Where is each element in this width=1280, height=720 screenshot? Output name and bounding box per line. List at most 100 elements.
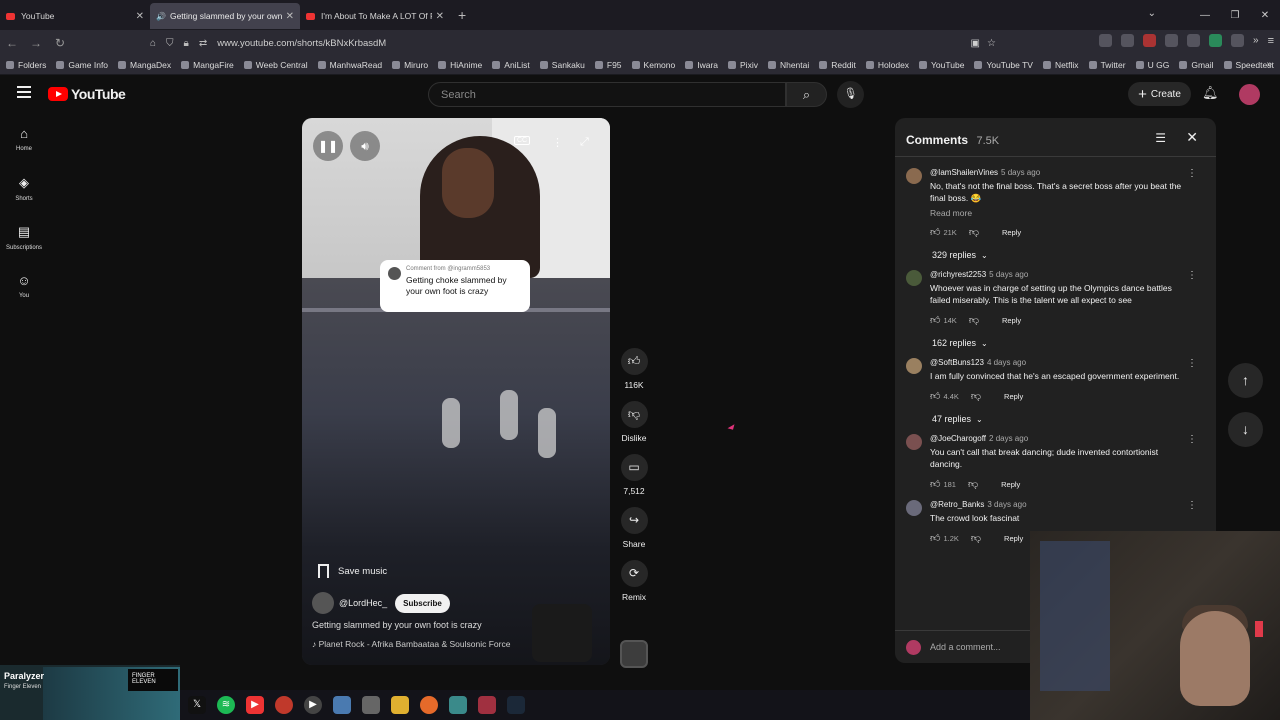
extension-icon[interactable] (1165, 34, 1179, 47)
bookmark-item[interactable]: Iwara (685, 60, 718, 70)
browser-tab-short[interactable]: 🔊 Getting slammed by your own ✕ (150, 3, 300, 29)
settings-icon[interactable] (449, 696, 467, 714)
next-short-arrow-icon[interactable]: ↓ (1228, 412, 1263, 447)
youtube-logo[interactable]: YouTube (48, 86, 126, 102)
comment-author[interactable]: @richyrest2253 (930, 270, 986, 279)
search-icon[interactable]: ⌕ (786, 82, 827, 107)
dislike-icon[interactable]: 👎︎ (620, 401, 648, 428)
reply-button[interactable]: Reply (1001, 480, 1020, 489)
like-button[interactable]: 👍︎ 116K (616, 348, 652, 390)
bookmark-item[interactable]: YouTube (919, 60, 964, 70)
avatar[interactable] (906, 270, 922, 286)
restore-icon[interactable]: ❐ (1220, 10, 1250, 21)
comment-author[interactable]: @Retro_Banks (930, 500, 984, 509)
bookmark-item[interactable]: Pixiv (728, 60, 758, 70)
bookmark-item[interactable]: Reddit (819, 60, 856, 70)
bookmark-item[interactable]: Sankaku (539, 60, 585, 70)
reply-button[interactable]: Reply (1002, 316, 1021, 325)
close-icon[interactable]: ✕ (1186, 129, 1198, 146)
x-app-icon[interactable]: 𝕏 (188, 696, 206, 714)
view-replies-button[interactable]: 47 replies ⌄ (932, 414, 1192, 424)
avatar[interactable] (906, 168, 922, 184)
music-link[interactable]: ♪ Planet Rock - Afrika Bambaataa & Souls… (312, 639, 510, 649)
share-icon[interactable]: ↪ (620, 507, 648, 534)
like-icon[interactable]: 👍︎ (930, 390, 940, 402)
like-icon[interactable]: 👍︎ (930, 532, 940, 544)
channel-name[interactable]: @LordHec_ (339, 598, 387, 608)
avatar[interactable] (312, 592, 334, 614)
sort-icon[interactable]: ☰ (1155, 131, 1166, 145)
steam-icon[interactable] (507, 696, 525, 714)
comment-time[interactable]: 5 days ago (989, 270, 1028, 279)
speaker-icon[interactable]: 🔊 (156, 12, 166, 21)
read-more-link[interactable]: Read more (930, 208, 1192, 218)
bookmark-star-icon[interactable]: ☆ (987, 38, 996, 49)
extension-icon[interactable] (1231, 34, 1245, 47)
close-window-icon[interactable]: ✕ (1250, 10, 1280, 21)
reader-view-icon[interactable]: ▣ (971, 38, 980, 49)
tab-list-chevron-icon[interactable]: ⌄ (1148, 8, 1156, 19)
back-arrow-icon[interactable]: ← (0, 36, 24, 50)
add-comment-placeholder[interactable]: Add a comment... (930, 642, 1001, 652)
minimize-icon[interactable]: — (1190, 10, 1220, 21)
more-vert-icon[interactable]: ⋮ (1187, 500, 1197, 511)
bookmark-item[interactable]: Gmail (1179, 60, 1214, 70)
bookmark-item[interactable]: Kemono (631, 60, 675, 70)
bookmark-item[interactable]: ManhwaRead (317, 60, 382, 70)
photos-icon[interactable] (333, 696, 351, 714)
bookmark-item[interactable]: Weeb Central (243, 60, 308, 70)
previous-short-arrow-icon[interactable]: ↑ (1228, 363, 1263, 398)
dislike-button[interactable]: 👎︎ Dislike (616, 401, 652, 443)
dislike-icon[interactable]: 👎︎ (971, 532, 981, 544)
avatar[interactable] (906, 434, 922, 450)
pause-icon[interactable]: ❚❚ (313, 131, 343, 161)
comment-author[interactable]: @SoftBuns123 (930, 358, 984, 367)
dislike-icon[interactable]: 👎︎ (971, 390, 981, 402)
bookmark-item[interactable]: AniList (492, 60, 530, 70)
remix-button[interactable]: ⟳ Remix (616, 560, 652, 602)
volume-icon[interactable]: 🔊︎ (350, 131, 380, 161)
more-vert-icon[interactable]: ⋮ (1187, 270, 1197, 281)
avatar[interactable] (906, 358, 922, 374)
subscribe-button[interactable]: Subscribe (395, 593, 450, 613)
sidebar-item-subscriptions[interactable]: ▤ Subscriptions (0, 218, 48, 267)
comments-button[interactable]: ▭ 7,512 (616, 454, 652, 496)
extension-icon[interactable] (1099, 34, 1113, 47)
shield-icon[interactable]: ⛉ (166, 38, 174, 49)
view-replies-button[interactable]: 329 replies ⌄ (932, 250, 1192, 260)
lock-icon[interactable]: 🔒︎ (184, 38, 189, 49)
captions-icon[interactable]: CC (514, 136, 531, 145)
bookmark-item[interactable]: Game Info (56, 60, 108, 70)
bookmark-item[interactable]: Holodex (865, 60, 909, 70)
bookmark-item[interactable]: F95 (594, 60, 622, 70)
sidebar-item-shorts[interactable]: ◈ Shorts (0, 169, 48, 218)
bookmark-item[interactable]: Miruro (392, 60, 428, 70)
bookmark-item[interactable]: HiAnime (438, 60, 482, 70)
youtube-icon[interactable]: ▶ (246, 696, 264, 714)
comment-author[interactable]: @JoeCharogoff (930, 434, 986, 443)
fullscreen-icon[interactable]: ⤢ (580, 136, 589, 149)
comment-author[interactable]: @IamShailenVines (930, 168, 998, 177)
new-tab-button[interactable]: + (458, 7, 466, 23)
browser-tab-youtube[interactable]: YouTube ✕ (0, 3, 150, 29)
short-video-player[interactable]: ❚❚ 🔊︎ CC ⋮ ⤢ Comment from @ingramm5853 G… (302, 118, 610, 665)
extension-icon[interactable] (1121, 34, 1135, 47)
close-tab-icon[interactable]: ✕ (436, 11, 444, 22)
sidebar-item-you[interactable]: ☺ You (0, 267, 48, 316)
remix-icon[interactable]: ⟳ (620, 560, 648, 587)
more-vert-icon[interactable]: ⋮ (1187, 358, 1197, 369)
hamburger-menu-icon[interactable] (17, 86, 31, 101)
dislike-icon[interactable]: 👎︎ (969, 226, 979, 238)
url-text[interactable]: www.youtube.com/shorts/kBNxKrbasdM (217, 38, 386, 49)
notifications-bell-icon[interactable]: 🔔︎ (1202, 85, 1219, 101)
share-button[interactable]: ↪ Share (616, 507, 652, 549)
comment-time[interactable]: 3 days ago (987, 500, 1026, 509)
like-icon[interactable]: 👍︎ (930, 226, 940, 238)
spotify-icon[interactable]: ≋ (217, 696, 235, 714)
folder-icon[interactable] (391, 696, 409, 714)
more-vert-icon[interactable]: ⋮ (552, 136, 563, 149)
reply-button[interactable]: Reply (1004, 534, 1023, 543)
bookmark-item[interactable]: MangaDex (118, 60, 171, 70)
bookmark-item[interactable]: Folders (6, 60, 46, 70)
more-vert-icon[interactable]: ⋮ (1187, 434, 1197, 445)
